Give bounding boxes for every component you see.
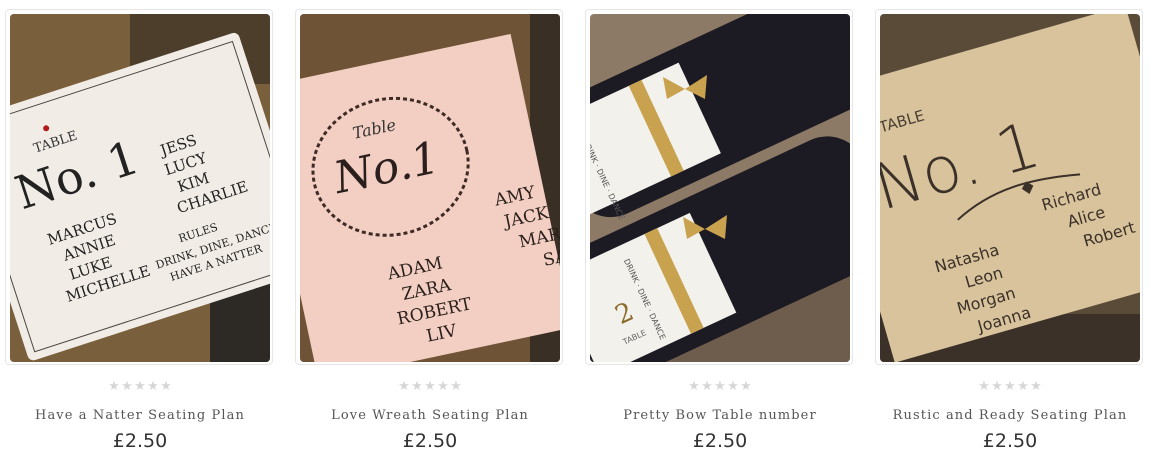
star-icon: ★ [1017,378,1029,393]
star-icon: ★ [714,378,726,393]
star-icon: ★ [740,378,752,393]
star-icon: ★ [134,378,146,393]
product-image[interactable]: TABLE No. 1 Natasha Leon Morgan Joanna R… [880,14,1140,362]
product-image-frame[interactable]: DRINK · DINE · DANCE 2 TABLE DRINK · DIN… [585,9,853,365]
product-price: £2.50 [692,430,748,452]
star-icon: ★ [701,378,713,393]
star-icon: ★ [411,378,423,393]
product-image-frame[interactable]: Table No.1 ADAM ZARA ROBERT LIV AMY JACK… [295,9,563,365]
star-icon: ★ [160,378,172,393]
product-image[interactable]: Table No.1 ADAM ZARA ROBERT LIV AMY JACK… [300,14,560,362]
star-icon: ★ [450,378,462,393]
product-card[interactable]: TABLE No. 1 Natasha Leon Morgan Joanna R… [875,0,1145,461]
star-icon: ★ [437,378,449,393]
star-icon: ★ [1004,378,1016,393]
star-icon: ★ [121,378,133,393]
product-card[interactable]: Table No.1 ADAM ZARA ROBERT LIV AMY JACK… [295,0,565,461]
rating-stars: ★★★★★ [295,378,565,394]
star-icon: ★ [424,378,436,393]
product-price: £2.50 [982,430,1038,452]
star-icon: ★ [727,378,739,393]
product-title[interactable]: Have a Natter Seating Plan [5,408,275,423]
product-title[interactable]: Love Wreath Seating Plan [295,408,565,423]
product-card[interactable]: DRINK · DINE · DANCE 2 TABLE DRINK · DIN… [585,0,855,461]
rating-stars: ★★★★★ [5,378,275,394]
star-icon: ★ [108,378,120,393]
product-image-frame[interactable]: TABLE No. 1 Natasha Leon Morgan Joanna R… [875,9,1143,365]
rating-stars: ★★★★★ [875,378,1145,394]
product-image[interactable]: TABLE No. 1 MARCUS ANNIE LUKE MICHELLE J… [10,14,270,362]
star-icon: ★ [688,378,700,393]
star-icon: ★ [978,378,990,393]
product-card[interactable]: TABLE No. 1 MARCUS ANNIE LUKE MICHELLE J… [5,0,275,461]
product-title[interactable]: Pretty Bow Table number [585,408,855,423]
svg-text:SA: SA [541,246,560,271]
product-title[interactable]: Rustic and Ready Seating Plan [875,408,1145,423]
product-price: £2.50 [402,430,458,452]
product-price: £2.50 [112,430,168,452]
star-icon: ★ [147,378,159,393]
product-grid: TABLE No. 1 MARCUS ANNIE LUKE MICHELLE J… [0,0,1157,461]
star-icon: ★ [1030,378,1042,393]
star-icon: ★ [398,378,410,393]
star-icon: ★ [991,378,1003,393]
product-image-frame[interactable]: TABLE No. 1 MARCUS ANNIE LUKE MICHELLE J… [5,9,273,365]
product-image[interactable]: DRINK · DINE · DANCE 2 TABLE DRINK · DIN… [590,14,850,362]
rating-stars: ★★★★★ [585,378,855,394]
